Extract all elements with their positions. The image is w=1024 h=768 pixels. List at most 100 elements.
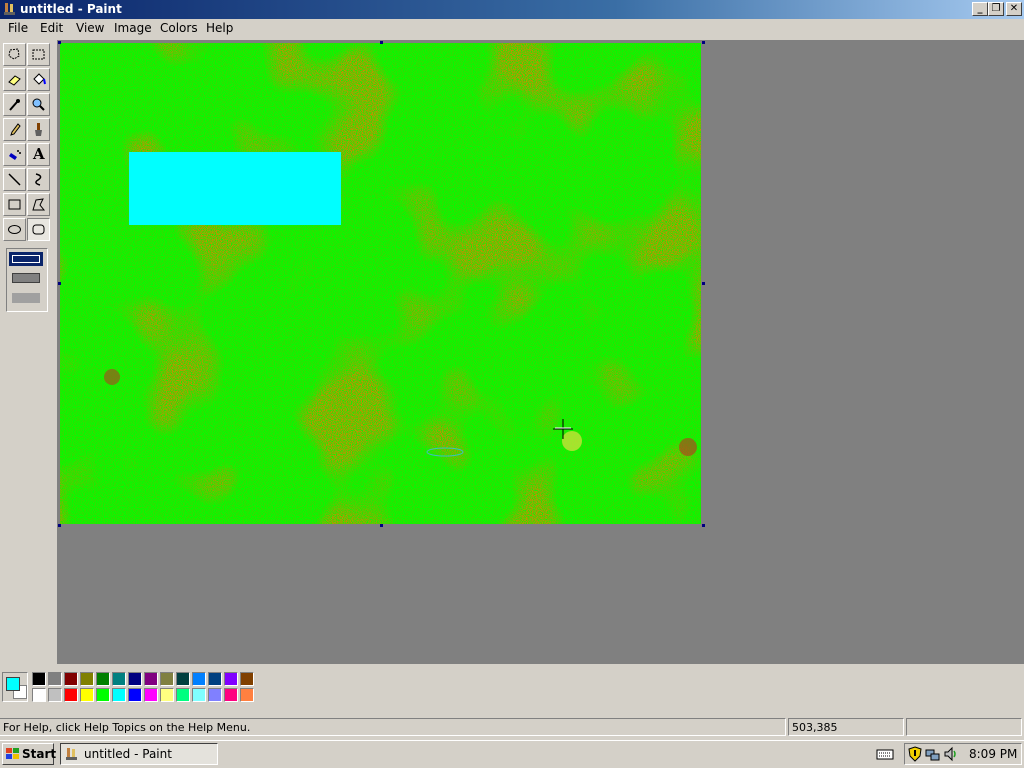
network-icon[interactable]: [925, 746, 941, 762]
menu-colors[interactable]: Colors: [160, 21, 198, 35]
tool-brush[interactable]: [27, 118, 50, 141]
palette-swatch[interactable]: [96, 672, 110, 686]
clock[interactable]: 8:09 PM: [969, 747, 1017, 761]
tool-free-form-select[interactable]: [3, 43, 26, 66]
palette-swatch[interactable]: [160, 688, 174, 702]
close-icon: ✕: [1009, 3, 1019, 14]
title-bar[interactable]: untitled - Paint _ ❐ ✕: [0, 0, 1024, 19]
tool-polygon[interactable]: [27, 193, 50, 216]
menu-edit[interactable]: Edit: [40, 21, 63, 35]
palette-swatch[interactable]: [80, 688, 94, 702]
palette-swatch[interactable]: [48, 688, 62, 702]
paint-app-icon: [4, 3, 15, 15]
palette-swatch[interactable]: [240, 688, 254, 702]
tool-fill[interactable]: [27, 68, 50, 91]
text-icon: A: [33, 145, 45, 163]
palette-swatch[interactable]: [208, 688, 222, 702]
tool-pencil[interactable]: [3, 118, 26, 141]
palette-swatch[interactable]: [176, 672, 190, 686]
palette-swatch[interactable]: [240, 672, 254, 686]
palette-swatch[interactable]: [64, 672, 78, 686]
resize-handle[interactable]: [380, 41, 383, 44]
select-icon: [32, 49, 45, 60]
keyboard-icon[interactable]: [876, 747, 894, 761]
resize-handle[interactable]: [58, 282, 61, 285]
windows-logo-icon: [6, 748, 19, 759]
window-title: untitled - Paint: [20, 2, 122, 16]
security-shield-icon[interactable]: [907, 746, 923, 762]
restore-button[interactable]: ❐: [988, 2, 1004, 16]
palette-swatch[interactable]: [192, 672, 206, 686]
resize-handle[interactable]: [58, 41, 61, 44]
palette-swatch[interactable]: [224, 672, 238, 686]
palette-swatch[interactable]: [144, 672, 158, 686]
system-tray: 8:09 PM: [904, 743, 1022, 765]
menu-bar: File Edit View Image Colors Help: [0, 19, 1024, 38]
resize-handle[interactable]: [702, 41, 705, 44]
palette-swatch[interactable]: [112, 672, 126, 686]
start-label: Start: [22, 747, 57, 761]
fill-option-outline[interactable]: [9, 252, 43, 266]
palette-swatch[interactable]: [192, 688, 206, 702]
resize-handle[interactable]: [702, 282, 705, 285]
taskbar-paint-button[interactable]: untitled - Paint: [60, 743, 218, 765]
status-help-text: For Help, click Help Topics on the Help …: [0, 718, 786, 736]
palette-swatch[interactable]: [32, 672, 46, 686]
color-palette: [0, 668, 1024, 712]
taskbar-paint-label: untitled - Paint: [84, 747, 172, 761]
tool-airbrush[interactable]: [3, 143, 26, 166]
start-button[interactable]: Start: [2, 743, 57, 765]
workspace[interactable]: [57, 40, 1024, 664]
free-form-select-icon: [8, 48, 20, 60]
menu-image[interactable]: Image: [114, 21, 152, 35]
tool-rectangle[interactable]: [3, 193, 26, 216]
palette-swatch[interactable]: [80, 672, 94, 686]
toolbox: A: [0, 40, 56, 664]
resize-handle[interactable]: [58, 524, 61, 527]
tool-color-picker[interactable]: [3, 93, 26, 116]
menu-help[interactable]: Help: [206, 21, 233, 35]
restore-icon: ❐: [991, 3, 1001, 14]
palette-swatch[interactable]: [224, 688, 238, 702]
palette-swatch[interactable]: [48, 672, 62, 686]
polygon-icon: [32, 198, 46, 211]
tool-ellipse[interactable]: [3, 218, 26, 241]
tool-rounded-rectangle[interactable]: [27, 218, 50, 241]
palette-swatch[interactable]: [32, 688, 46, 702]
close-button[interactable]: ✕: [1006, 2, 1022, 16]
palette-swatch[interactable]: [208, 672, 222, 686]
palette-swatch[interactable]: [144, 688, 158, 702]
menu-view[interactable]: View: [76, 21, 104, 35]
volume-icon[interactable]: [943, 746, 959, 762]
paint-app-icon: [66, 748, 77, 760]
fill-option-outline-fill[interactable]: [12, 273, 40, 283]
palette-swatch[interactable]: [176, 688, 190, 702]
current-colors: [2, 672, 28, 702]
fill-option-fill-only[interactable]: [12, 293, 40, 303]
curve-icon: [35, 173, 42, 186]
palette-swatch[interactable]: [64, 688, 78, 702]
palette-swatch[interactable]: [128, 688, 142, 702]
tool-text[interactable]: A: [27, 143, 50, 166]
resize-handle[interactable]: [380, 524, 383, 527]
menu-file[interactable]: File: [8, 21, 28, 35]
status-coordinates: 503,385: [788, 718, 904, 736]
palette-swatch[interactable]: [112, 688, 126, 702]
tool-eraser[interactable]: [3, 68, 26, 91]
palette-swatch[interactable]: [128, 672, 142, 686]
canvas-texture: [60, 43, 701, 524]
brush-icon: [35, 123, 42, 136]
resize-handle[interactable]: [702, 524, 705, 527]
tool-curve[interactable]: [27, 168, 50, 191]
palette-swatch[interactable]: [96, 688, 110, 702]
eraser-icon: [8, 75, 21, 86]
foreground-color: [6, 677, 20, 691]
tool-line[interactable]: [3, 168, 26, 191]
magnifier-icon: [32, 98, 45, 111]
tool-select[interactable]: [27, 43, 50, 66]
tool-magnifier[interactable]: [27, 93, 50, 116]
drawing-canvas[interactable]: [60, 43, 701, 524]
ellipse-icon: [8, 225, 21, 234]
palette-swatch[interactable]: [160, 672, 174, 686]
minimize-button[interactable]: _: [972, 2, 988, 16]
